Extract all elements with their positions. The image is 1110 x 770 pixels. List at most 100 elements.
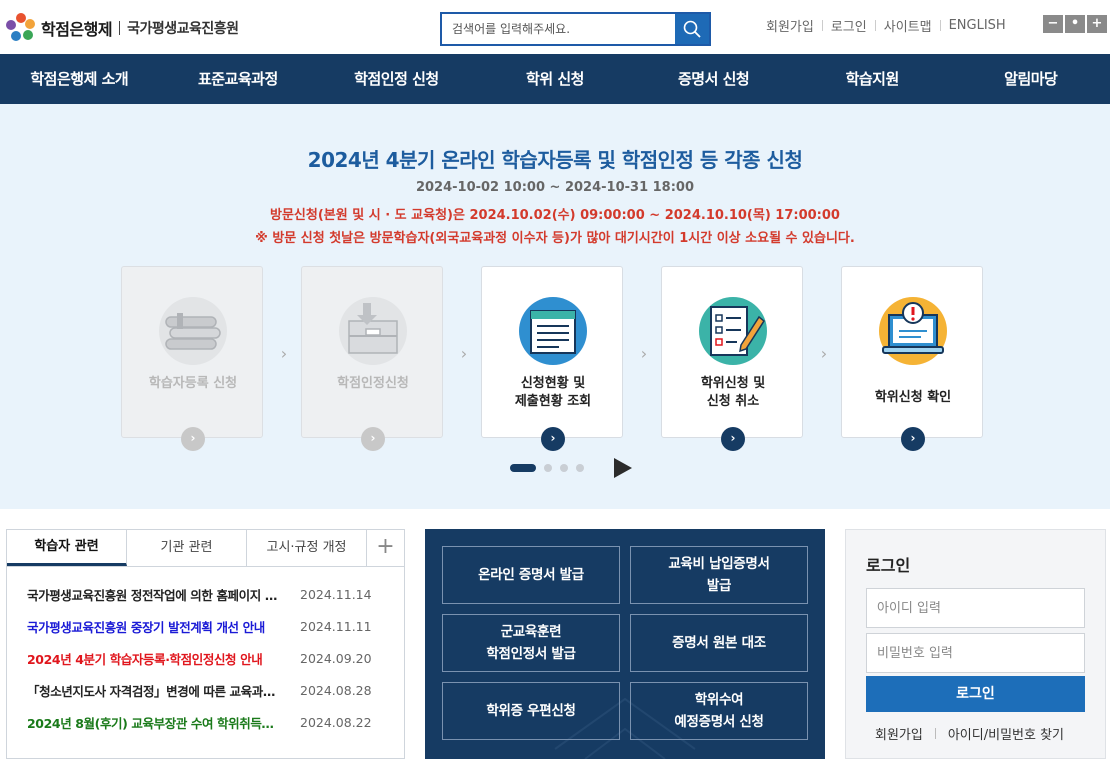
logo-divider <box>119 21 121 35</box>
post-list: 국가평생교육진흥원 정전작업에 의한 홈페이지 서비스 중단 안내 2024.11… <box>7 567 404 738</box>
step-label: 학위신청 확인 <box>874 390 952 405</box>
post-date: 2024.11.14 <box>300 586 372 602</box>
tab-learner[interactable]: 학습자 관련 <box>7 530 127 566</box>
step-arrow-icon: › <box>460 344 468 363</box>
step-learner-registration[interactable]: 학습자등록 신청 › <box>121 266 263 451</box>
login-links: 회원가입 아이디/비밀번호 찾기 <box>875 724 1064 743</box>
chevron-right-icon[interactable]: › <box>721 427 745 451</box>
search-icon <box>683 20 701 38</box>
find-account-link[interactable]: 아이디/비밀번호 찾기 <box>948 724 1064 743</box>
nav-item-certificate[interactable]: 증명서 신청 <box>634 54 793 104</box>
search-input[interactable] <box>442 14 675 44</box>
id-field[interactable] <box>866 588 1085 628</box>
utility-links: 회원가입 로그인 사이트맵 ENGLISH <box>758 16 1014 35</box>
quick-services: 온라인 증명서 발급 교육비 납입증명서 발급 군교육훈련 학점인정서 발급 증… <box>425 529 825 759</box>
step-degree-application[interactable]: 학위신청 및 신청 취소 › <box>661 266 803 451</box>
post-row[interactable]: 2024년 4분기 학습자등록·학점인정신청 안내 2024.09.20 <box>7 642 404 674</box>
nav-item-intro[interactable]: 학점은행제 소개 <box>0 54 159 104</box>
chevron-right-icon[interactable]: › <box>181 427 205 451</box>
zoom-reset-button[interactable]: • <box>1065 15 1085 33</box>
post-date: 2024.09.20 <box>300 650 372 666</box>
pager-dot-active[interactable] <box>510 464 536 472</box>
notice-board: 학습자 관련 기관 관련 고시·규정 개정 + 국가평생교육진흥원 정전작업에 … <box>6 529 405 759</box>
online-certificate-button[interactable]: 온라인 증명서 발급 <box>442 546 620 604</box>
zoom-controls: − • + <box>1043 15 1107 33</box>
post-title: 국가평생교육진흥원 중장기 발전계획 개선 안내 <box>27 619 265 635</box>
step-degree-confirm[interactable]: 학위신청 확인 › <box>841 266 983 451</box>
document-list-icon <box>517 295 589 367</box>
step-label: 학습자등록 신청 <box>148 376 238 391</box>
post-title: 「청소년지도사 자격검정」변경에 따른 교육과정 안내 <box>27 683 285 699</box>
tab-institution[interactable]: 기관 관련 <box>127 530 247 566</box>
nav-item-curriculum[interactable]: 표준교육과정 <box>159 54 318 104</box>
step-status-inquiry[interactable]: 신청현황 및 제출현황 조회 › <box>481 266 623 451</box>
login-box: 로그인 로그인 회원가입 아이디/비밀번호 찾기 <box>845 529 1106 759</box>
login-link[interactable]: 로그인 <box>823 16 875 35</box>
sitemap-link[interactable]: 사이트맵 <box>876 16 940 35</box>
post-title: 2024년 8월(후기) 교육부장관 수여 학위취득자 안내 <box>27 715 285 731</box>
books-icon <box>157 295 229 367</box>
tab-regulation[interactable]: 고시·규정 개정 <box>247 530 367 566</box>
step-credit-application[interactable]: 학점인정신청 › <box>301 266 443 451</box>
diploma-mail-button[interactable]: 학위증 우편신청 <box>442 682 620 740</box>
login-button[interactable]: 로그인 <box>866 676 1085 712</box>
step-arrow-icon: › <box>820 344 828 363</box>
step-label: 학위신청 및 신청 취소 <box>700 376 766 409</box>
laptop-alert-icon <box>877 295 949 367</box>
post-title: 국가평생교육진흥원 정전작업에 의한 홈페이지 서비스 중단 안내 <box>27 587 285 603</box>
pager-dot[interactable] <box>544 464 552 472</box>
post-row[interactable]: 국가평생교육진흥원 정전작업에 의한 홈페이지 서비스 중단 안내 2024.11… <box>7 578 404 610</box>
site-header: 학점은행제 국가평생교육진흥원 회원가입 로그인 사이트맵 ENGLISH − … <box>0 0 1110 54</box>
chevron-right-icon[interactable]: › <box>541 427 565 451</box>
play-icon[interactable] <box>614 458 632 478</box>
hero-banner: 2024년 4분기 온라인 학습자등록 및 학점인정 등 각종 신청 2024-… <box>0 104 1110 509</box>
tuition-certificate-button[interactable]: 교육비 납입증명서 발급 <box>630 546 808 604</box>
english-link[interactable]: ENGLISH <box>941 18 1014 33</box>
main-nav: 학점은행제 소개 표준교육과정 학점인정 신청 학위 신청 증명서 신청 학습지… <box>0 54 1110 104</box>
signup-link[interactable]: 회원가입 <box>875 724 923 743</box>
post-row[interactable]: 「청소년지도사 자격검정」변경에 따른 교육과정 안내 2024.08.28 <box>7 674 404 706</box>
checklist-pencil-icon <box>697 295 769 367</box>
inbox-tray-icon <box>337 295 409 367</box>
pager-dot[interactable] <box>560 464 568 472</box>
post-row[interactable]: 국가평생교육진흥원 중장기 발전계획 개선 안내 2024.11.11 <box>7 610 404 642</box>
hero-warning: ※ 방문 신청 첫날은 방문학습자(외국교육과정 이수자 등)가 많아 대기시간… <box>255 231 855 246</box>
hero-title: 2024년 4분기 온라인 학습자등록 및 학점인정 등 각종 신청 <box>307 148 803 172</box>
military-credit-button[interactable]: 군교육훈련 학점인정서 발급 <box>442 614 620 672</box>
divider <box>934 728 936 739</box>
password-field[interactable] <box>866 633 1085 673</box>
more-plus-icon[interactable]: + <box>367 530 404 566</box>
login-title: 로그인 <box>866 556 911 575</box>
board-tabs: 학습자 관련 기관 관련 고시·규정 개정 + <box>7 530 404 567</box>
nav-item-learning-support[interactable]: 학습지원 <box>793 54 952 104</box>
post-row[interactable]: 2024년 8월(후기) 교육부장관 수여 학위취득자 안내 2024.08.22 <box>7 706 404 738</box>
hero-visit-notice: 방문신청(본원 및 시 · 도 교육청)은 2024.10.02(수) 09:0… <box>270 208 840 223</box>
step-label: 신청현황 및 제출현황 조회 <box>514 376 592 409</box>
zoom-in-button[interactable]: + <box>1087 15 1107 33</box>
logo-main-text: 학점은행제 <box>41 20 113 39</box>
nav-item-degree-apply[interactable]: 학위 신청 <box>476 54 635 104</box>
post-date: 2024.08.28 <box>300 682 372 698</box>
chevron-right-icon[interactable]: › <box>901 427 925 451</box>
chevron-right-icon[interactable]: › <box>361 427 385 451</box>
carousel-pager <box>510 458 632 478</box>
step-arrow-icon: › <box>640 344 648 363</box>
search-button[interactable] <box>675 14 709 44</box>
post-title: 2024년 4분기 학습자등록·학점인정신청 안내 <box>27 651 263 667</box>
nav-item-credit-apply[interactable]: 학점인정 신청 <box>317 54 476 104</box>
logo-sub-text: 국가평생교육진흥원 <box>127 21 239 37</box>
logo-flower-icon <box>6 13 36 43</box>
certificate-verify-button[interactable]: 증명서 원본 대조 <box>630 614 808 672</box>
hero-period: 2024-10-02 10:00 ~ 2024-10-31 18:00 <box>415 180 695 195</box>
pager-dot[interactable] <box>576 464 584 472</box>
search-box <box>440 12 711 46</box>
post-date: 2024.08.22 <box>300 714 372 730</box>
step-label: 학점인정신청 <box>337 376 409 391</box>
signup-link[interactable]: 회원가입 <box>758 16 822 35</box>
expected-degree-button[interactable]: 학위수여 예정증명서 신청 <box>630 682 808 740</box>
zoom-out-button[interactable]: − <box>1043 15 1063 33</box>
step-arrow-icon: › <box>280 344 288 363</box>
nav-item-notices[interactable]: 알림마당 <box>951 54 1110 104</box>
site-logo[interactable]: 학점은행제 국가평생교육진흥원 <box>6 13 239 43</box>
post-date: 2024.11.11 <box>300 618 372 634</box>
